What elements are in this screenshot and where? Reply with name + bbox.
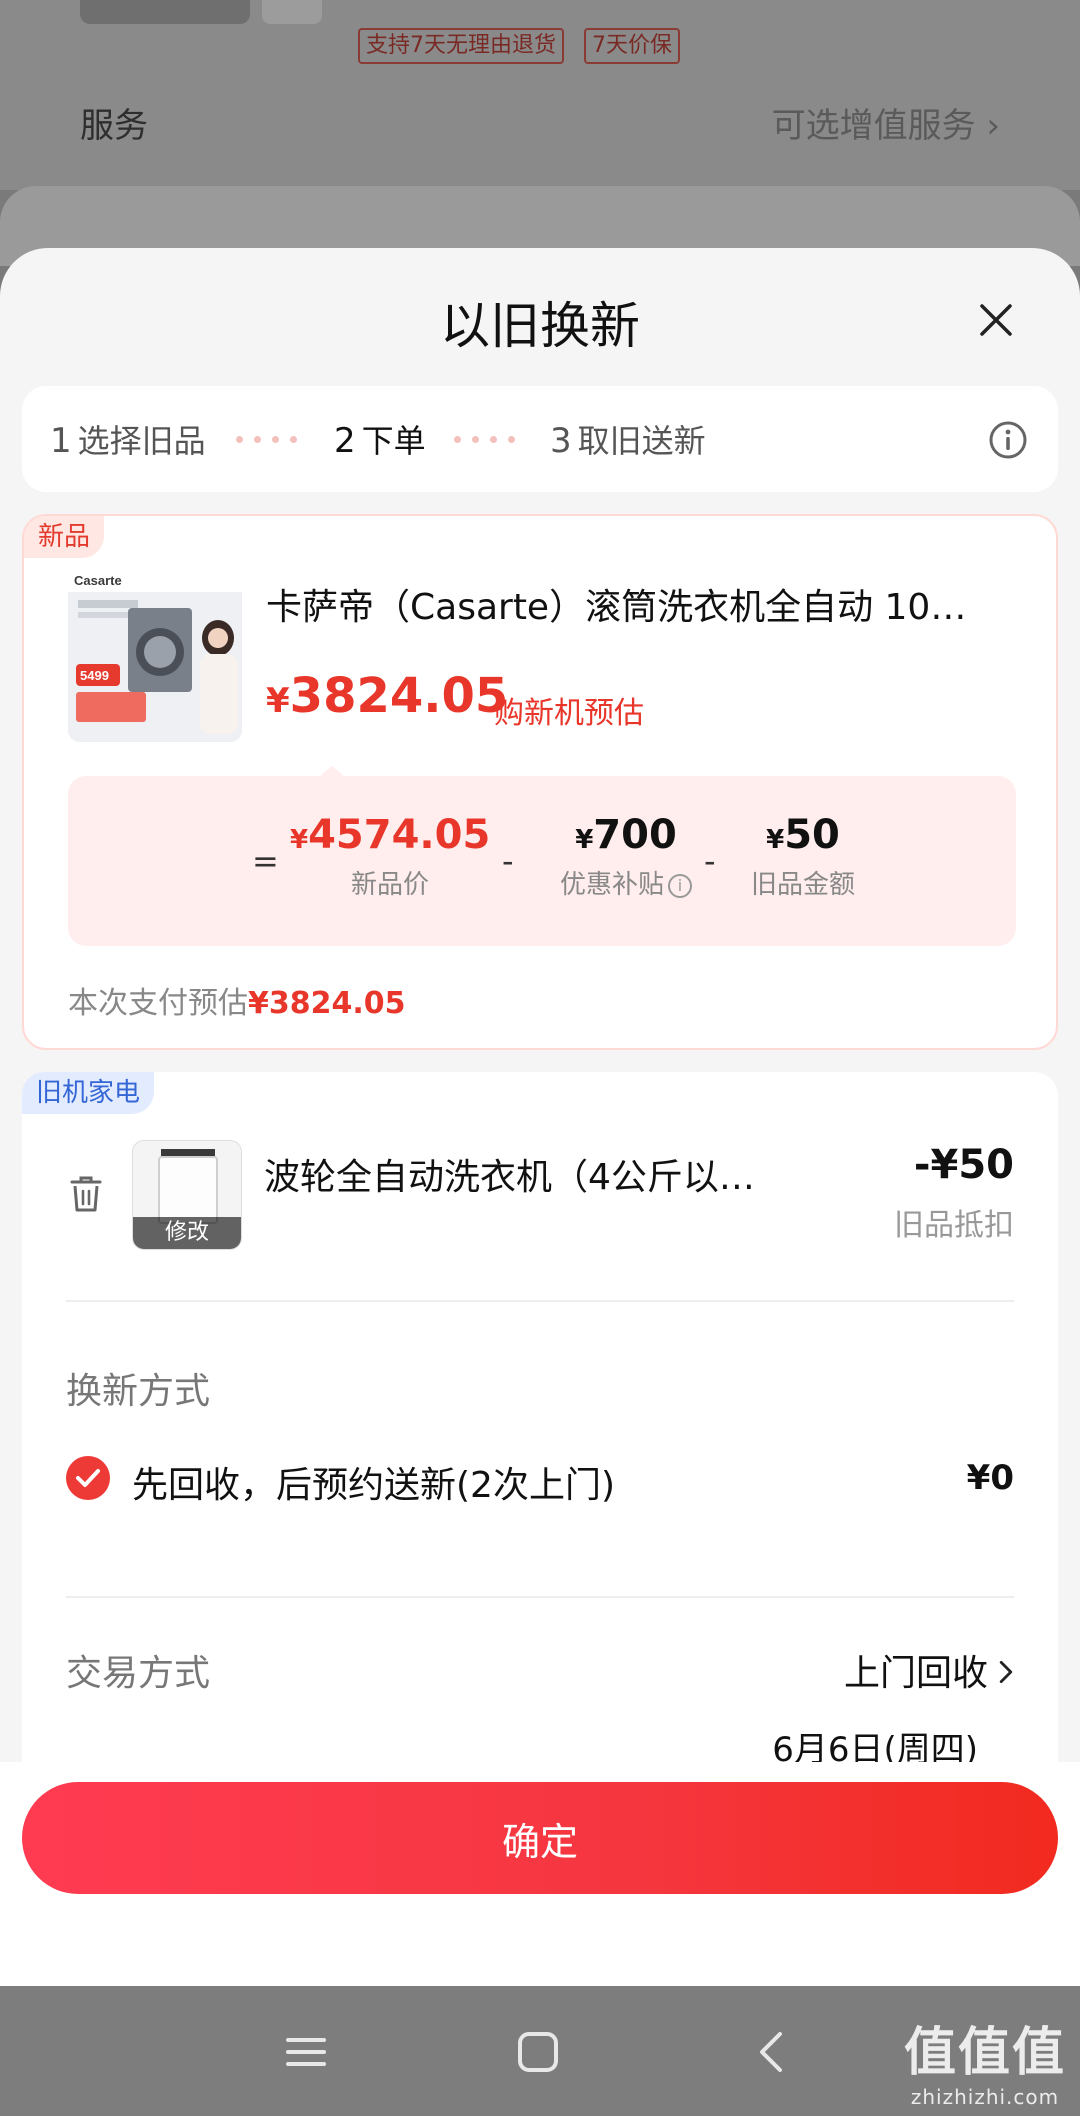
background-tag-price-protect: 7天价保 xyxy=(584,28,680,64)
step-number: 2 xyxy=(334,421,356,461)
new-product-estimated-price: ¥3824.05 xyxy=(266,668,508,724)
step-label: 取旧送新 xyxy=(577,422,706,460)
new-product-title[interactable]: 卡萨帝（Casarte）滚筒洗衣机全自动 10… xyxy=(266,578,1026,630)
subsidy-value: 700 xyxy=(593,812,677,858)
subsidy-label-row[interactable]: 优惠补贴 i xyxy=(536,864,716,901)
minus-sign: - xyxy=(704,842,716,880)
watermark-logo: 值值值 xyxy=(903,2023,1066,2083)
confirm-button[interactable]: 确定 xyxy=(22,1782,1058,1894)
old-value-value: 50 xyxy=(784,812,840,858)
brand-logo-text: Casarte xyxy=(74,573,122,588)
old-appliance-tag: 旧机家电 xyxy=(22,1072,155,1114)
step-label: 选择旧品 xyxy=(77,422,206,460)
background-service-label: 服务 xyxy=(80,106,148,146)
minus-sign: - xyxy=(502,842,514,880)
background-product-thumb xyxy=(80,0,250,24)
close-icon xyxy=(980,304,1012,336)
currency-symbol: ¥ xyxy=(766,825,785,855)
renew-option-text[interactable]: 先回收，后预约送新(2次上门) xyxy=(132,1456,615,1508)
home-button[interactable] xyxy=(508,2022,568,2082)
step-number: 3 xyxy=(550,421,572,461)
new-product-card: 新品 Casarte 5499 卡萨帝（Casarte）滚筒洗衣机全自动 10… xyxy=(22,514,1058,1050)
divider xyxy=(66,1300,1014,1302)
old-appliance-title[interactable]: 波轮全自动洗衣机（4公斤以… xyxy=(264,1148,824,1200)
currency-symbol: ¥ xyxy=(290,825,309,855)
step-label: 下单 xyxy=(361,422,426,460)
bottom-action-bar: 确定 xyxy=(0,1762,1080,1986)
currency-symbol: ¥ xyxy=(266,681,290,721)
edit-label[interactable]: 修改 xyxy=(133,1217,241,1249)
background-service-value: 可选增值服务 › xyxy=(771,106,1000,146)
price-note: 购新机预估 xyxy=(494,696,644,731)
step-number: 1 xyxy=(50,421,72,461)
divider xyxy=(66,1596,1014,1598)
breakdown-new-price: ¥4574.05 新品价 xyxy=(290,812,490,901)
background-page: 支持7天无理由退货 7天价保 服务 可选增值服务 › xyxy=(0,0,1080,190)
back-icon xyxy=(760,2032,782,2072)
trade-method-value: 上门回收 xyxy=(843,1653,988,1694)
trade-method-selector[interactable]: 上门回收 xyxy=(844,1644,1014,1696)
step-connector xyxy=(454,436,515,443)
recents-button[interactable] xyxy=(276,2022,336,2082)
subsidy-info-icon[interactable]: i xyxy=(668,873,692,898)
close-button[interactable] xyxy=(974,298,1018,342)
currency-symbol: ¥ xyxy=(575,825,594,855)
step-select-old: 1 选择旧品 xyxy=(50,416,206,462)
sheet-title: 以旧换新 xyxy=(440,297,640,355)
home-icon xyxy=(518,2032,558,2072)
watermark: 值值值 zhizhizhi.com xyxy=(904,2010,1066,2109)
progress-steps: 1 选择旧品 2 下单 3 取旧送新 xyxy=(22,386,1058,492)
step-pickup-deliver: 3 取旧送新 xyxy=(550,416,706,462)
renew-method-label: 换新方式 xyxy=(66,1371,211,1412)
old-appliance-deduction: -¥50 xyxy=(913,1142,1014,1188)
old-value-label: 旧品金额 xyxy=(750,870,855,900)
watermark-url: zhizhizhi.com xyxy=(910,2085,1060,2109)
trade-in-sheet: 以旧换新 1 选择旧品 2 下单 3 取旧送新 新品 Casarte 5499 … xyxy=(0,248,1080,1986)
system-navigation-bar: 值值值 zhizhizhi.com xyxy=(0,1986,1080,2116)
product-image[interactable]: Casarte 5499 xyxy=(68,568,242,742)
new-product-tag: 新品 xyxy=(24,516,105,558)
back-button[interactable] xyxy=(742,2022,802,2082)
new-price-label: 新品价 xyxy=(350,870,429,900)
old-appliance-image[interactable]: 修改 xyxy=(132,1140,242,1250)
new-price-value: 4574.05 xyxy=(308,812,491,858)
subsidy-label: 优惠补贴 xyxy=(559,870,664,900)
step-connector xyxy=(236,436,297,443)
payment-estimate-amount: ¥3824.05 xyxy=(248,986,406,1021)
payment-estimate-label: 本次支付预估 xyxy=(68,986,248,1021)
payment-estimate: 本次支付预估¥3824.05 xyxy=(68,978,406,1022)
step-order: 2 下单 xyxy=(334,416,426,462)
info-icon[interactable] xyxy=(988,420,1028,460)
chevron-right-icon xyxy=(998,1653,1014,1694)
checkbox-checked-icon[interactable] xyxy=(66,1456,110,1500)
old-appliance-deduction-label: 旧品抵扣 xyxy=(894,1208,1014,1243)
image-price-text: 5499 xyxy=(80,668,109,683)
background-product-thumb-2 xyxy=(262,0,322,24)
equals-sign: = xyxy=(252,842,279,880)
breakdown-old-value: ¥50 旧品金额 xyxy=(728,812,878,901)
price-breakdown: = ¥4574.05 新品价 - ¥700 优惠补贴 i - ¥50 旧品金额 xyxy=(68,776,1016,946)
breakdown-subsidy: ¥700 优惠补贴 i xyxy=(536,812,716,901)
recents-icon xyxy=(286,2038,326,2066)
background-tag-return: 支持7天无理由退货 xyxy=(358,28,564,64)
trade-method-label: 交易方式 xyxy=(66,1653,211,1694)
trash-icon[interactable] xyxy=(66,1172,106,1216)
price-amount: 3824.05 xyxy=(289,668,509,724)
renew-option-price: ¥0 xyxy=(966,1458,1014,1498)
